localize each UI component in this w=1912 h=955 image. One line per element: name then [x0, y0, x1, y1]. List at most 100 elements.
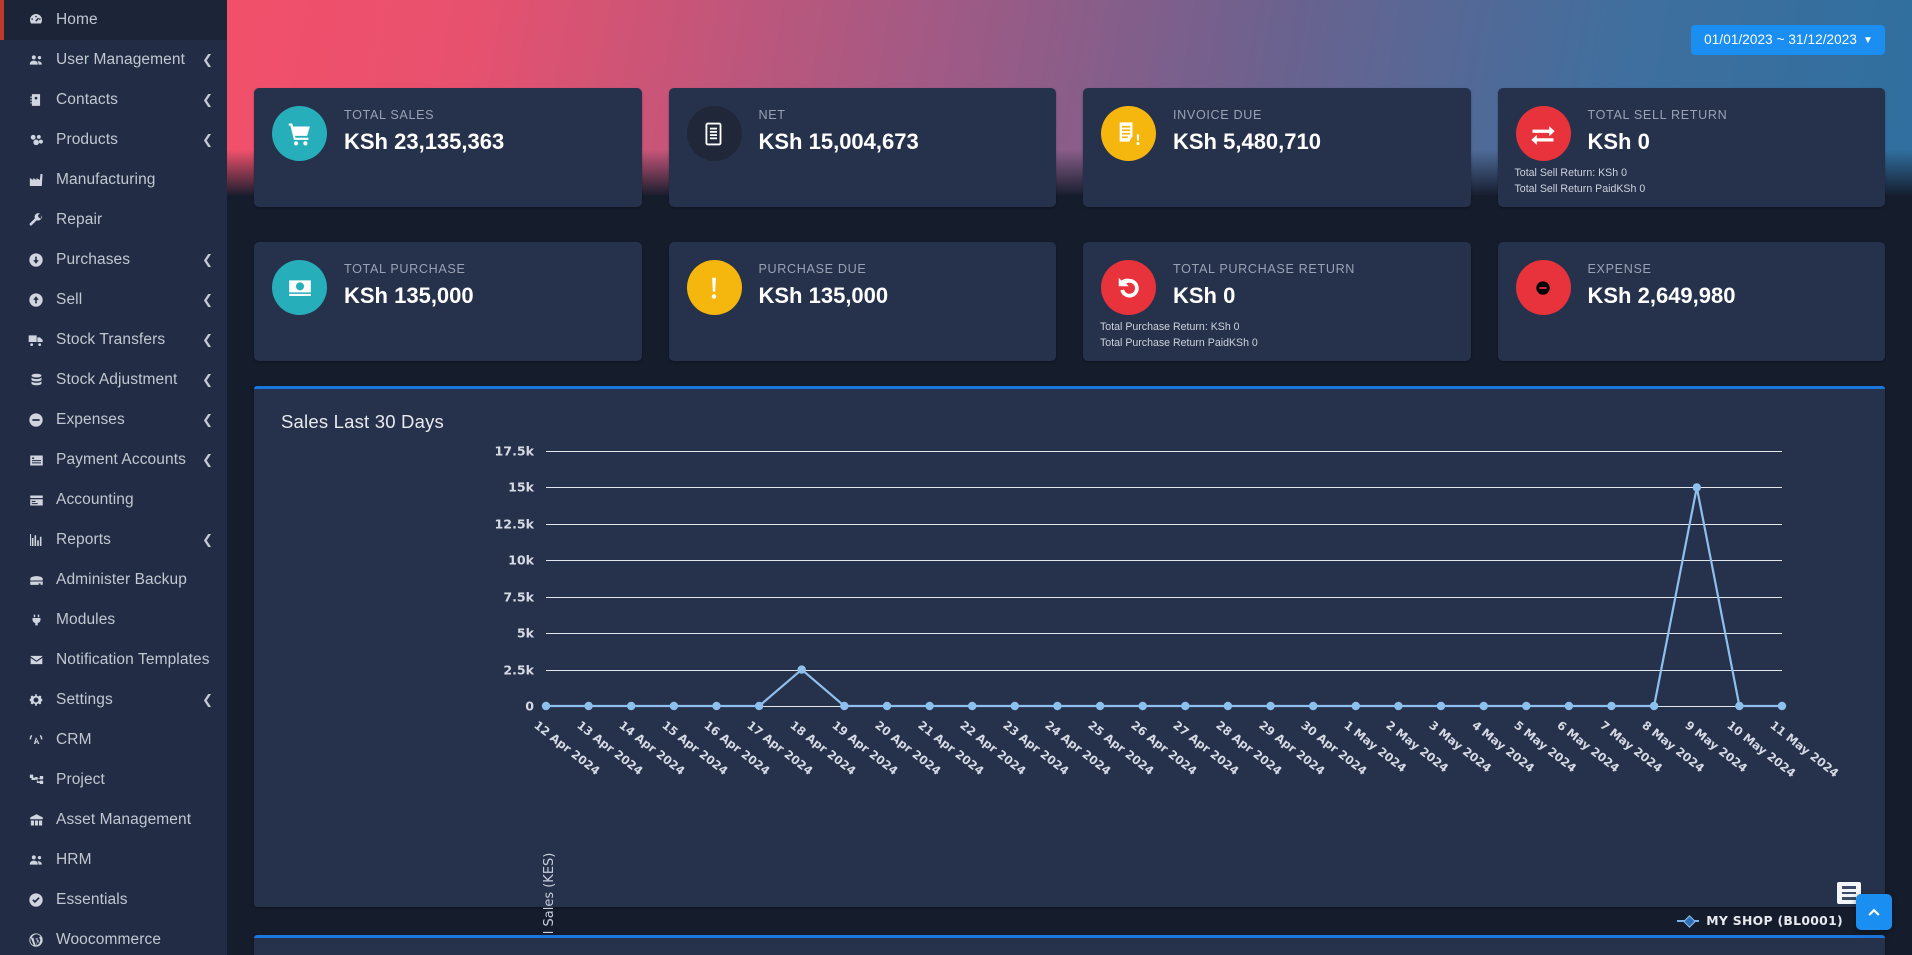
legend-marker-icon	[1677, 919, 1700, 922]
chart-data-point[interactable]	[968, 701, 977, 711]
date-range-picker[interactable]: 01/01/2023 ~ 31/12/2023 ▼	[1691, 25, 1885, 55]
kpi-card-invoice-due[interactable]: INVOICE DUE KSh 5,480,710	[1083, 88, 1471, 207]
sidebar-item-settings[interactable]: Settings ❮	[0, 680, 227, 720]
sidebar-item-label: Stock Transfers	[56, 331, 166, 348]
legend-label: MY SHOP (BL0001)	[1706, 913, 1843, 928]
chart-data-point[interactable]	[1351, 701, 1361, 711]
kpi-card-net[interactable]: NET KSh 15,004,673	[668, 88, 1056, 207]
kpi-value: KSh 0	[1173, 282, 1236, 308]
gear-icon	[22, 692, 50, 708]
sidebar-item-project[interactable]: Project	[0, 760, 227, 800]
sidebar-item-stock-adjustment[interactable]: Stock Adjustment ❮	[0, 360, 227, 400]
chart-data-point[interactable]	[1436, 701, 1446, 711]
sidebar-item-crm[interactable]: CRM	[0, 720, 227, 760]
sidebar-item-modules[interactable]: Modules	[0, 600, 227, 640]
sidebar-item-label: Products	[56, 131, 118, 148]
sidebar-item-contacts[interactable]: Contacts ❮	[0, 80, 227, 120]
chart-data-point[interactable]	[541, 701, 551, 711]
chart-data-point[interactable]	[840, 701, 849, 711]
kpi-value: KSh 15,004,673	[758, 128, 919, 154]
chart-data-point[interactable]	[1777, 701, 1787, 711]
sidebar-item-asset-management[interactable]: Asset Management	[0, 800, 227, 840]
sidebar-item-purchases[interactable]: Purchases ❮	[0, 240, 227, 280]
chart-data-point[interactable]	[1564, 701, 1574, 711]
sidebar-item-woocommerce[interactable]: Woocommerce	[0, 920, 227, 955]
chart-data-point[interactable]	[1649, 701, 1659, 711]
chart-data-point[interactable]	[882, 701, 892, 711]
chart-data-point[interactable]	[1522, 701, 1531, 711]
sales-line-chart: Total Sales (KES) 0 2.5k 5k 7.5k 10k 12.5k 15k…	[254, 441, 1885, 955]
scroll-to-top-button[interactable]	[1856, 894, 1892, 930]
kpi-label: TOTAL PURCHASE RETURN	[1173, 262, 1356, 276]
chart-data-point[interactable]	[712, 701, 721, 711]
sidebar-item-notification-templates[interactable]: Notification Templates	[0, 640, 227, 680]
chart-data-point[interactable]	[1138, 701, 1147, 711]
sidebar-item-label: Settings	[56, 691, 113, 708]
sidebar-item-user-management[interactable]: User Management ❮	[0, 40, 227, 80]
kpi-text: INVOICE DUE KSh 5,480,710	[1173, 104, 1321, 154]
undo-icon	[1101, 260, 1156, 315]
kpi-value: KSh 5,480,710	[1173, 128, 1321, 154]
kpi-text: EXPENSE KSh 2,649,980	[1588, 258, 1736, 308]
sidebar-item-payment-accounts[interactable]: Payment Accounts ❮	[0, 440, 227, 480]
kpi-card-total-purchase-return[interactable]: TOTAL PURCHASE RETURN KSh 0 Total Purchase…	[1083, 242, 1471, 361]
chart-data-point[interactable]	[1266, 701, 1275, 711]
kpi-card-expense[interactable]: EXPENSE KSh 2,649,980	[1497, 242, 1885, 361]
sidebar-item-sell[interactable]: Sell ❮	[0, 280, 227, 320]
check-circle-icon	[22, 892, 50, 908]
chart-data-point[interactable]	[1309, 701, 1318, 711]
chart-data-point[interactable]	[627, 701, 636, 711]
chart-data-point[interactable]	[797, 665, 806, 674]
kpi-card-total-purchase[interactable]: TOTAL PURCHASE KSh 135,000	[254, 242, 642, 361]
sidebar-item-manufacturing[interactable]: Manufacturing	[0, 160, 227, 200]
chevron-left-icon: ❮	[202, 132, 213, 148]
wordpress-icon	[22, 932, 50, 948]
kpi-label: TOTAL SELL RETURN	[1587, 108, 1728, 122]
chart-data-point[interactable]	[1010, 701, 1019, 711]
chart-data-point[interactable]	[1394, 701, 1403, 711]
sidebar-item-repair[interactable]: Repair	[0, 200, 227, 240]
kpi-card-total-sales[interactable]: TOTAL SALES KSh 23,135,363	[254, 88, 642, 207]
chart-data-point[interactable]	[754, 701, 764, 711]
chart-legend[interactable]: MY SHOP (BL0001)	[1677, 913, 1843, 928]
chevron-down-icon: ▼	[1863, 35, 1873, 46]
chart-data-point[interactable]	[925, 701, 934, 711]
kpi-value: KSh 2,649,980	[1587, 282, 1736, 308]
chart-data-point[interactable]	[1735, 701, 1744, 711]
sidebar-item-administer-backup[interactable]: Administer Backup	[0, 560, 227, 600]
chart-data-point[interactable]	[1607, 701, 1616, 711]
sidebar-item-home[interactable]: Home	[0, 0, 227, 40]
kpi-value: KSh 0	[1587, 128, 1650, 154]
chart-data-point[interactable]	[1223, 701, 1233, 711]
sidebar-item-hrm[interactable]: HRM	[0, 840, 227, 880]
chart-data-point[interactable]	[1095, 701, 1105, 711]
chevron-left-icon: ❮	[202, 252, 213, 268]
chart-data-point[interactable]	[669, 701, 679, 711]
cubes-icon	[22, 132, 50, 148]
id-card-icon	[22, 453, 50, 468]
sidebar-item-reports[interactable]: Reports ❮	[0, 520, 227, 560]
sidebar-item-accounting[interactable]: Accounting	[0, 480, 227, 520]
chart-data-point[interactable]	[1479, 701, 1488, 711]
chevron-left-icon: ❮	[202, 412, 213, 428]
kpi-card-purchase-due[interactable]: PURCHASE DUE KSh 135,000	[668, 242, 1056, 361]
chart-data-point[interactable]	[1692, 483, 1702, 492]
kpi-value: KSh 23,135,363	[344, 128, 505, 154]
chevron-left-icon: ❮	[202, 332, 213, 348]
chart-data-point[interactable]	[1053, 701, 1062, 711]
sales-last-30-days-panel: Sales Last 30 Days MY SHOP (BL0001) Tota…	[254, 386, 1885, 955]
chart-series-svg	[541, 483, 1787, 711]
sidebar-item-essentials[interactable]: Essentials	[0, 880, 227, 920]
kpi-subtext-line-1: Total Purchase Return: KSh 0	[1100, 321, 1240, 334]
chart-data-point[interactable]	[1181, 701, 1190, 711]
sidebar-item-products[interactable]: Products ❮	[0, 120, 227, 160]
chevron-left-icon: ❮	[202, 692, 213, 708]
sidebar-item-stock-transfers[interactable]: Stock Transfers ❮	[0, 320, 227, 360]
sales-current-fy-panel: Sales Current Financial Year	[254, 935, 1885, 955]
sidebar-item-expenses[interactable]: Expenses ❮	[0, 400, 227, 440]
factory-icon	[22, 172, 50, 188]
kpi-text: TOTAL SELL RETURN KSh 0	[1588, 104, 1728, 154]
users-icon	[22, 52, 50, 68]
chart-data-point[interactable]	[584, 701, 593, 711]
kpi-card-total-sell-return[interactable]: TOTAL SELL RETURN KSh 0 Total Sell Return:…	[1497, 88, 1885, 207]
